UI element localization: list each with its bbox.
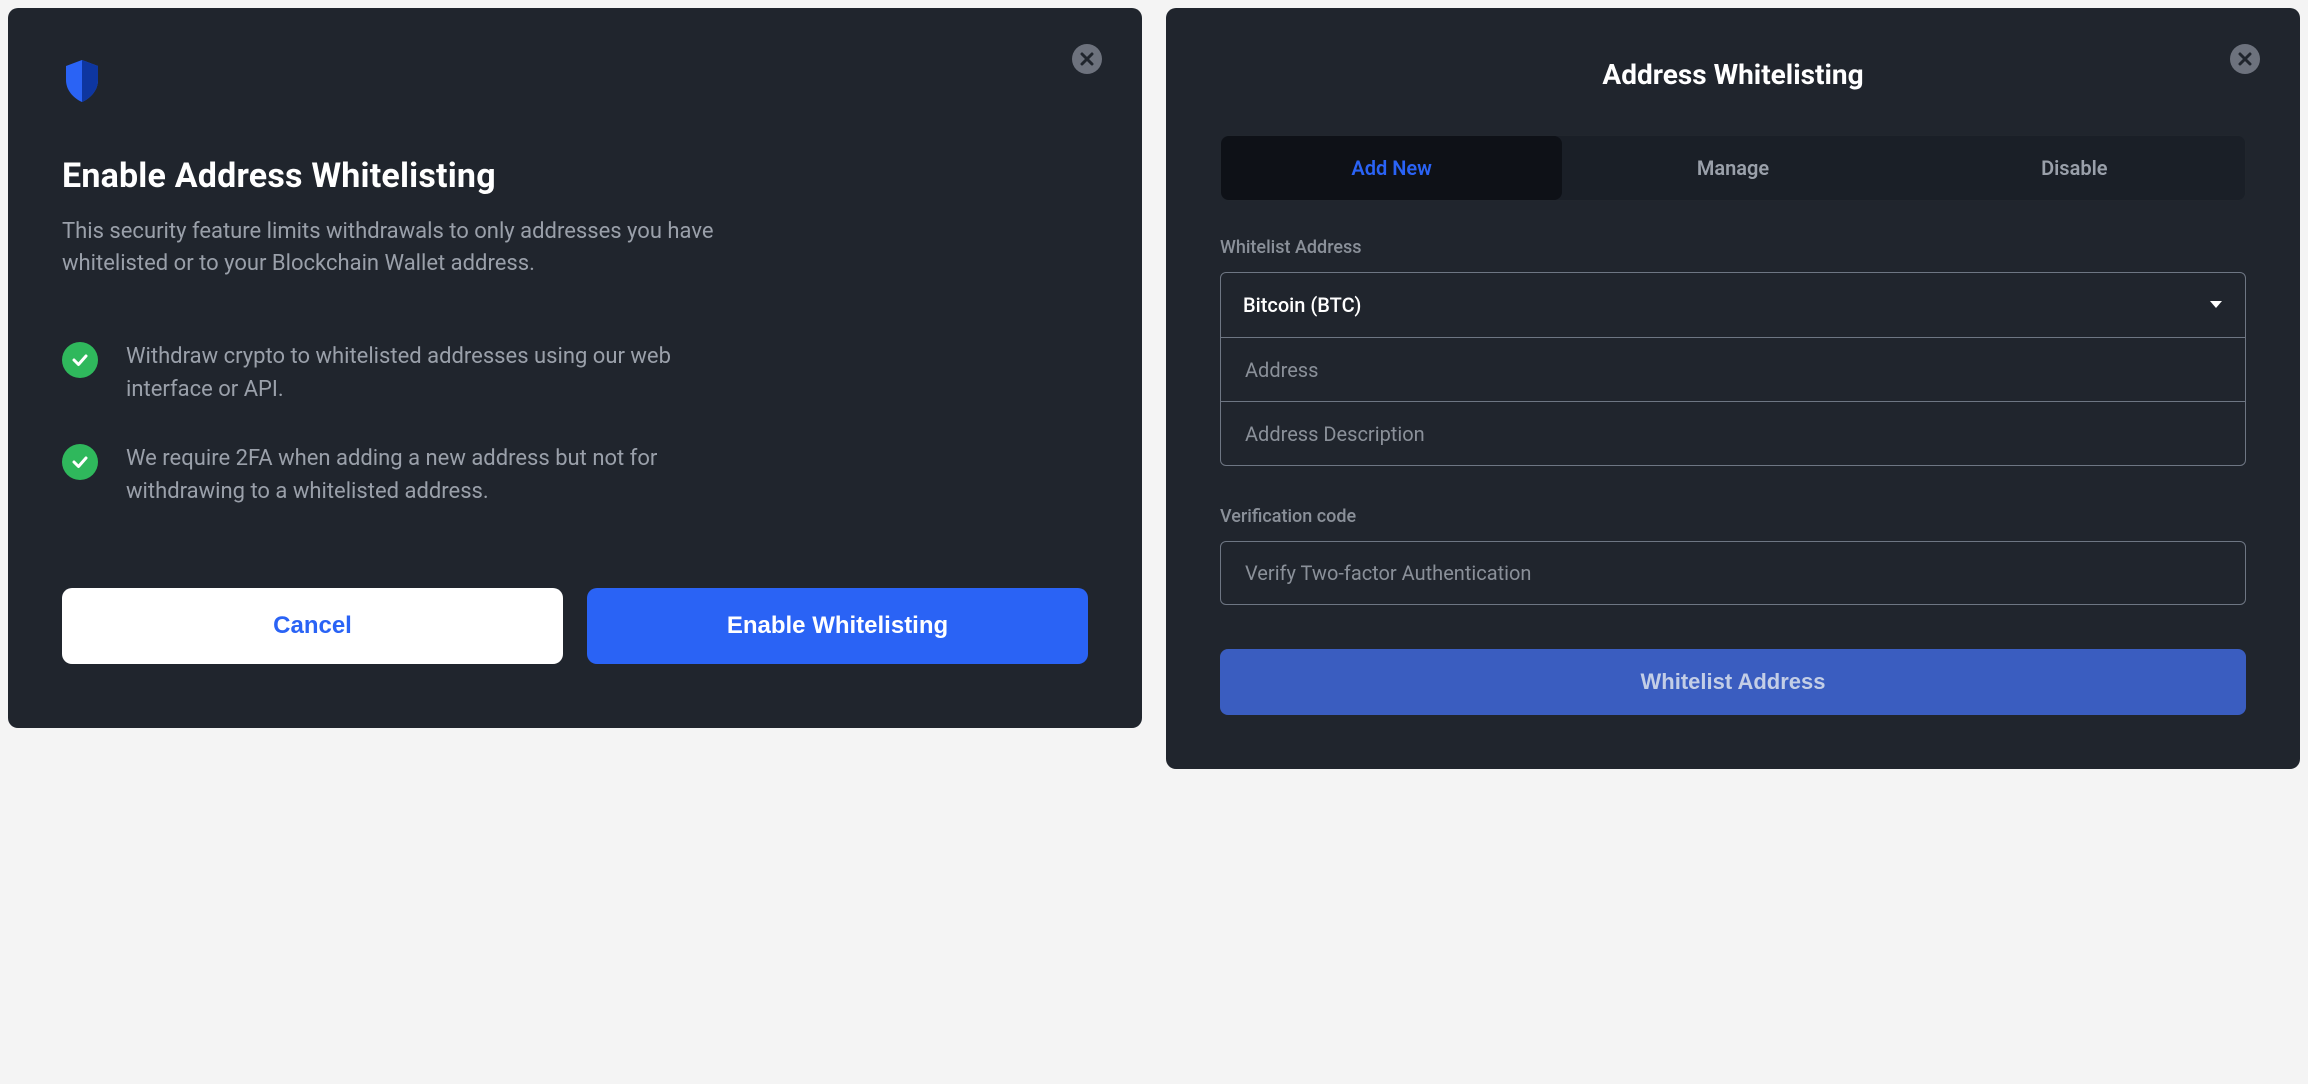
dialog-title: Address Whitelisting: [1220, 58, 2246, 91]
check-icon: [62, 444, 98, 480]
dialog-title: Enable Address Whitelisting: [62, 156, 1088, 196]
close-icon: [2238, 52, 2252, 66]
close-icon: [1080, 52, 1094, 66]
whitelist-field-group: Bitcoin (BTC): [1220, 272, 2246, 466]
tab-row: Add New Manage Disable: [1220, 135, 2246, 201]
whitelist-address-submit-button[interactable]: Whitelist Address: [1220, 649, 2246, 715]
address-whitelisting-dialog: Address Whitelisting Add New Manage Disa…: [1166, 8, 2300, 769]
bullet-item: Withdraw crypto to whitelisted addresses…: [62, 340, 1088, 406]
description-field-wrapper: [1221, 401, 2245, 465]
close-button[interactable]: [2230, 44, 2260, 74]
shield-icon: [62, 58, 1088, 108]
tab-add-new[interactable]: Add New: [1221, 136, 1562, 200]
verification-section-label: Verification code: [1220, 506, 2246, 527]
bullet-list: Withdraw crypto to whitelisted addresses…: [62, 340, 1088, 508]
bullet-item: We require 2FA when adding a new address…: [62, 442, 1088, 508]
verification-code-input[interactable]: [1243, 560, 2223, 586]
dialog-button-row: Cancel Enable Whitelisting: [62, 588, 1088, 664]
check-icon: [62, 342, 98, 378]
currency-select[interactable]: Bitcoin (BTC): [1221, 273, 2245, 337]
address-field-wrapper: [1221, 337, 2245, 401]
chevron-down-icon: [2209, 300, 2223, 310]
address-input[interactable]: [1243, 357, 2223, 383]
bullet-text: We require 2FA when adding a new address…: [126, 442, 686, 508]
address-description-input[interactable]: [1243, 421, 2223, 447]
close-button[interactable]: [1072, 44, 1102, 74]
dialog-subtitle: This security feature limits withdrawals…: [62, 216, 762, 280]
verification-field-wrapper: [1220, 541, 2246, 605]
tab-disable[interactable]: Disable: [1904, 136, 2245, 200]
enable-whitelisting-dialog: Enable Address Whitelisting This securit…: [8, 8, 1142, 728]
bullet-text: Withdraw crypto to whitelisted addresses…: [126, 340, 686, 406]
currency-select-value: Bitcoin (BTC): [1243, 293, 1361, 317]
tab-manage[interactable]: Manage: [1562, 136, 1903, 200]
cancel-button[interactable]: Cancel: [62, 588, 563, 664]
whitelist-address-section-label: Whitelist Address: [1220, 237, 2246, 258]
enable-whitelisting-button[interactable]: Enable Whitelisting: [587, 588, 1088, 664]
